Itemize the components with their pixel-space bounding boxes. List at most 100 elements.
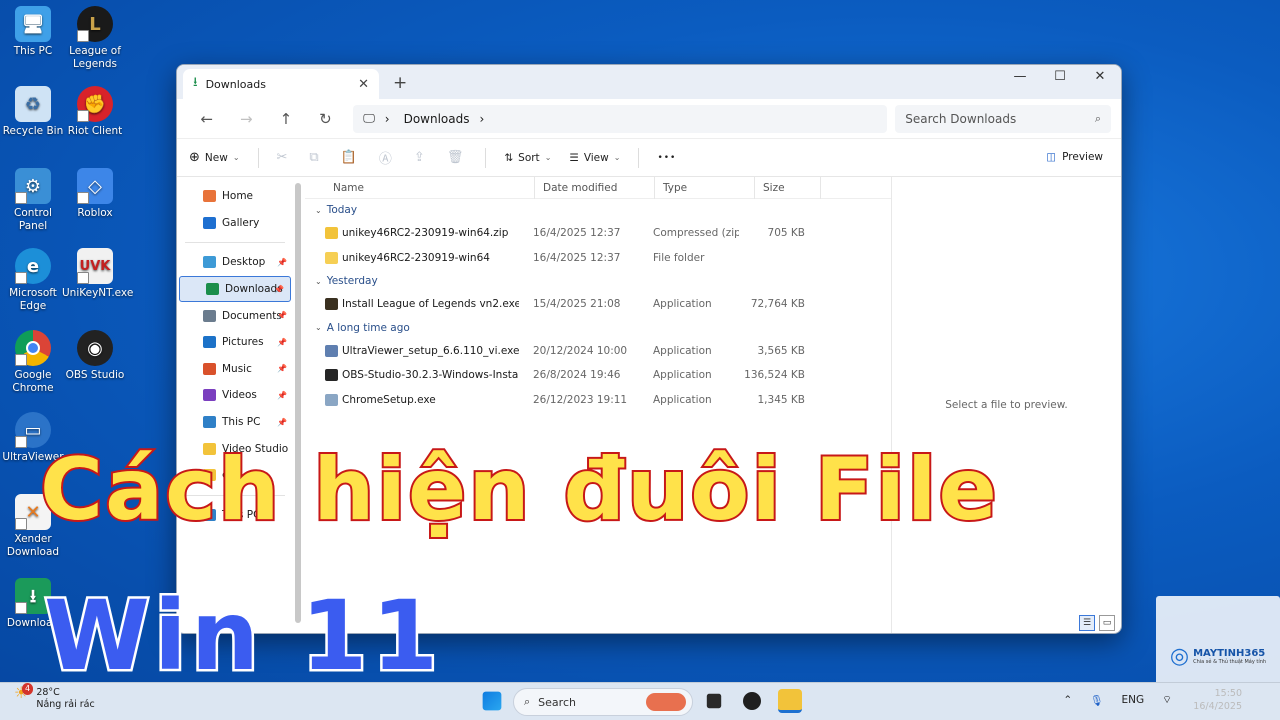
close-button[interactable]: ✕ [1081, 69, 1119, 91]
forward-button[interactable]: → [227, 110, 267, 128]
sidebar-item-this-pc[interactable]: This PC 📌 [177, 409, 293, 436]
edge-icon: e [15, 248, 51, 284]
paste-icon[interactable]: 📋 [341, 150, 357, 165]
group-title: Today [326, 204, 358, 216]
desktop-icon-roblox[interactable]: ◇ Roblox [62, 168, 128, 220]
file-size: 1,345 KB [757, 393, 806, 406]
sidebar-item-pictures[interactable]: Pictures 📌 [177, 329, 293, 356]
file-row[interactable]: OBS-Studio-30.2.3-Windows-Installer.exe 2… [305, 363, 891, 388]
desktop-icon-this-pc[interactable]: 🖥 This PC [0, 6, 66, 58]
file-row[interactable]: unikey46RC2-230919-win64 16/4/2025 12:37 F… [305, 246, 891, 271]
group-title: Yesterday [326, 275, 378, 287]
address-bar[interactable]: 🖵 › Downloads › [353, 104, 888, 133]
rename-icon[interactable]: Ⓐ [379, 148, 392, 167]
file-row[interactable]: Install League of Legends vn2.exe 15/4/20… [305, 292, 891, 317]
microphone-icon[interactable]: 🎙 [1090, 694, 1103, 707]
delete-icon[interactable]: 🗑 [447, 150, 464, 165]
chevron-down-icon: ⌄ [613, 153, 621, 162]
group-header[interactable]: ⌄ A long time ago [305, 317, 891, 339]
group-header[interactable]: ⌄ Yesterday [305, 270, 891, 292]
desktop-icon-recycle-bin[interactable]: ♻ Recycle Bin [0, 86, 66, 138]
folder-icon [203, 256, 216, 269]
pin-icon: 📌 [277, 311, 287, 321]
chevron-down-icon: ⌄ [315, 323, 322, 332]
file-date: 16/4/2025 12:37 [533, 227, 621, 240]
minimize-button[interactable]: — [1001, 69, 1039, 91]
chevron-up-icon[interactable]: ⌃ [1063, 694, 1072, 706]
share-icon[interactable]: ⇪ [414, 150, 425, 165]
search-input[interactable]: Search Downloads ⌕ [895, 104, 1112, 133]
cut-icon[interactable]: ✂ [277, 150, 288, 165]
desktop-icon-unikey[interactable]: UVK UniKeyNT.exe [62, 248, 133, 300]
sidebar-item-label: Documents [222, 309, 282, 322]
column-name[interactable]: Name [305, 176, 535, 199]
recycle-bin-icon: ♻ [15, 86, 51, 122]
clock[interactable]: 15:50 16/4/2025 [1193, 687, 1242, 713]
copy-icon[interactable]: ⧉ [309, 150, 318, 165]
file-row[interactable]: ChromeSetup.exe 26/12/2023 19:11 Applicati… [305, 388, 891, 413]
file-icon [325, 393, 338, 406]
obs-taskbar-icon[interactable] [743, 692, 761, 710]
desktop-icon-riot-client[interactable]: ✊ Riot Client [62, 86, 128, 138]
desktop-icon-chrome[interactable]: Google Chrome [0, 330, 66, 395]
details-view-icon[interactable]: ☰ [1079, 615, 1095, 631]
desktop-icon-obs[interactable]: ◉ OBS Studio [62, 330, 128, 382]
desktop-icon-league-of-legends[interactable]: L League of Legends [62, 6, 128, 71]
sidebar-item-documents[interactable]: Documents 📌 [177, 302, 293, 329]
new-button[interactable]: ⊕ New ⌄ [189, 150, 240, 165]
weather-widget[interactable]: ☀ 4 28°C Nắng rải rác [14, 683, 95, 711]
up-button[interactable]: ↑ [266, 110, 306, 128]
sidebar-item-home[interactable]: Home [177, 183, 293, 210]
language-indicator[interactable]: ENG [1121, 694, 1144, 706]
navigation-scrollbar[interactable] [295, 183, 301, 623]
wifi-icon[interactable]: ⌔ [1162, 693, 1172, 707]
sidebar-item-desktop[interactable]: Desktop 📌 [177, 249, 293, 276]
divider [485, 147, 487, 168]
preview-button[interactable]: ◫ Preview [1046, 151, 1103, 163]
taskbar-search[interactable]: ⌕ Search [513, 688, 693, 716]
file-explorer-taskbar-icon[interactable] [778, 689, 802, 713]
tiles-view-icon[interactable]: ▭ [1099, 615, 1115, 631]
weather-desc: Nắng rải rác [36, 699, 95, 710]
download-icon: ⭳ [193, 75, 198, 90]
back-button[interactable]: ← [187, 110, 227, 128]
weather-icon: ☀ 4 [14, 683, 34, 711]
file-row[interactable]: UltraViewer_setup_6.6.110_vi.exe 20/12/20… [305, 339, 891, 364]
folder-icon [206, 283, 219, 296]
tab-downloads[interactable]: ⭳ Downloads ✕ [183, 69, 379, 99]
sidebar-item-gallery[interactable]: Gallery [177, 210, 293, 237]
new-tab-button[interactable]: + [393, 73, 407, 93]
windows-start-icon[interactable] [482, 691, 502, 711]
more-options-button[interactable]: ••• [657, 153, 676, 163]
file-row[interactable]: unikey46RC2-230919-win64.zip 16/4/2025 12… [305, 221, 891, 246]
view-button[interactable]: ☰ View ⌄ [569, 152, 620, 164]
folder-icon [203, 216, 216, 229]
group-header[interactable]: ⌄ Today [305, 199, 891, 221]
view-label: View [583, 151, 609, 164]
sort-icon: ⇅ [504, 151, 514, 164]
column-size[interactable]: Size [755, 176, 821, 199]
sidebar-item-music[interactable]: Music 📌 [177, 356, 293, 383]
breadcrumb-downloads[interactable]: Downloads [404, 112, 470, 126]
file-icon [325, 227, 338, 240]
view-icon: ☰ [569, 151, 579, 164]
sort-button[interactable]: ⇅ Sort ⌄ [504, 152, 551, 164]
view-toggle: ☰ ▭ [1079, 615, 1115, 631]
chevron-down-icon: ⌄ [315, 205, 322, 215]
task-view-icon[interactable] [706, 693, 722, 709]
column-date-modified[interactable]: Date modified [535, 176, 655, 199]
desktop-icon-edge[interactable]: e Microsoft Edge [0, 248, 66, 313]
tab-close-button[interactable]: ✕ [358, 77, 369, 92]
chrome-icon [15, 330, 51, 366]
maximize-button[interactable]: ☐ [1041, 69, 1079, 91]
file-name-cell: ChromeSetup.exe [305, 393, 519, 406]
refresh-button[interactable]: ↻ [306, 110, 346, 128]
sidebar-item-videos[interactable]: Videos 📌 [177, 382, 293, 409]
sidebar-item-downloads[interactable]: Downloads 📌 [179, 275, 291, 303]
preview-pane-icon: ◫ [1046, 151, 1057, 163]
nav-divider [185, 242, 285, 244]
desktop-icon-label: Riot Client [67, 125, 123, 137]
column-type[interactable]: Type [655, 176, 755, 199]
file-date: 15/4/2025 21:08 [533, 298, 621, 311]
desktop-icon-control-panel[interactable]: ⚙ Control Panel [0, 168, 66, 233]
